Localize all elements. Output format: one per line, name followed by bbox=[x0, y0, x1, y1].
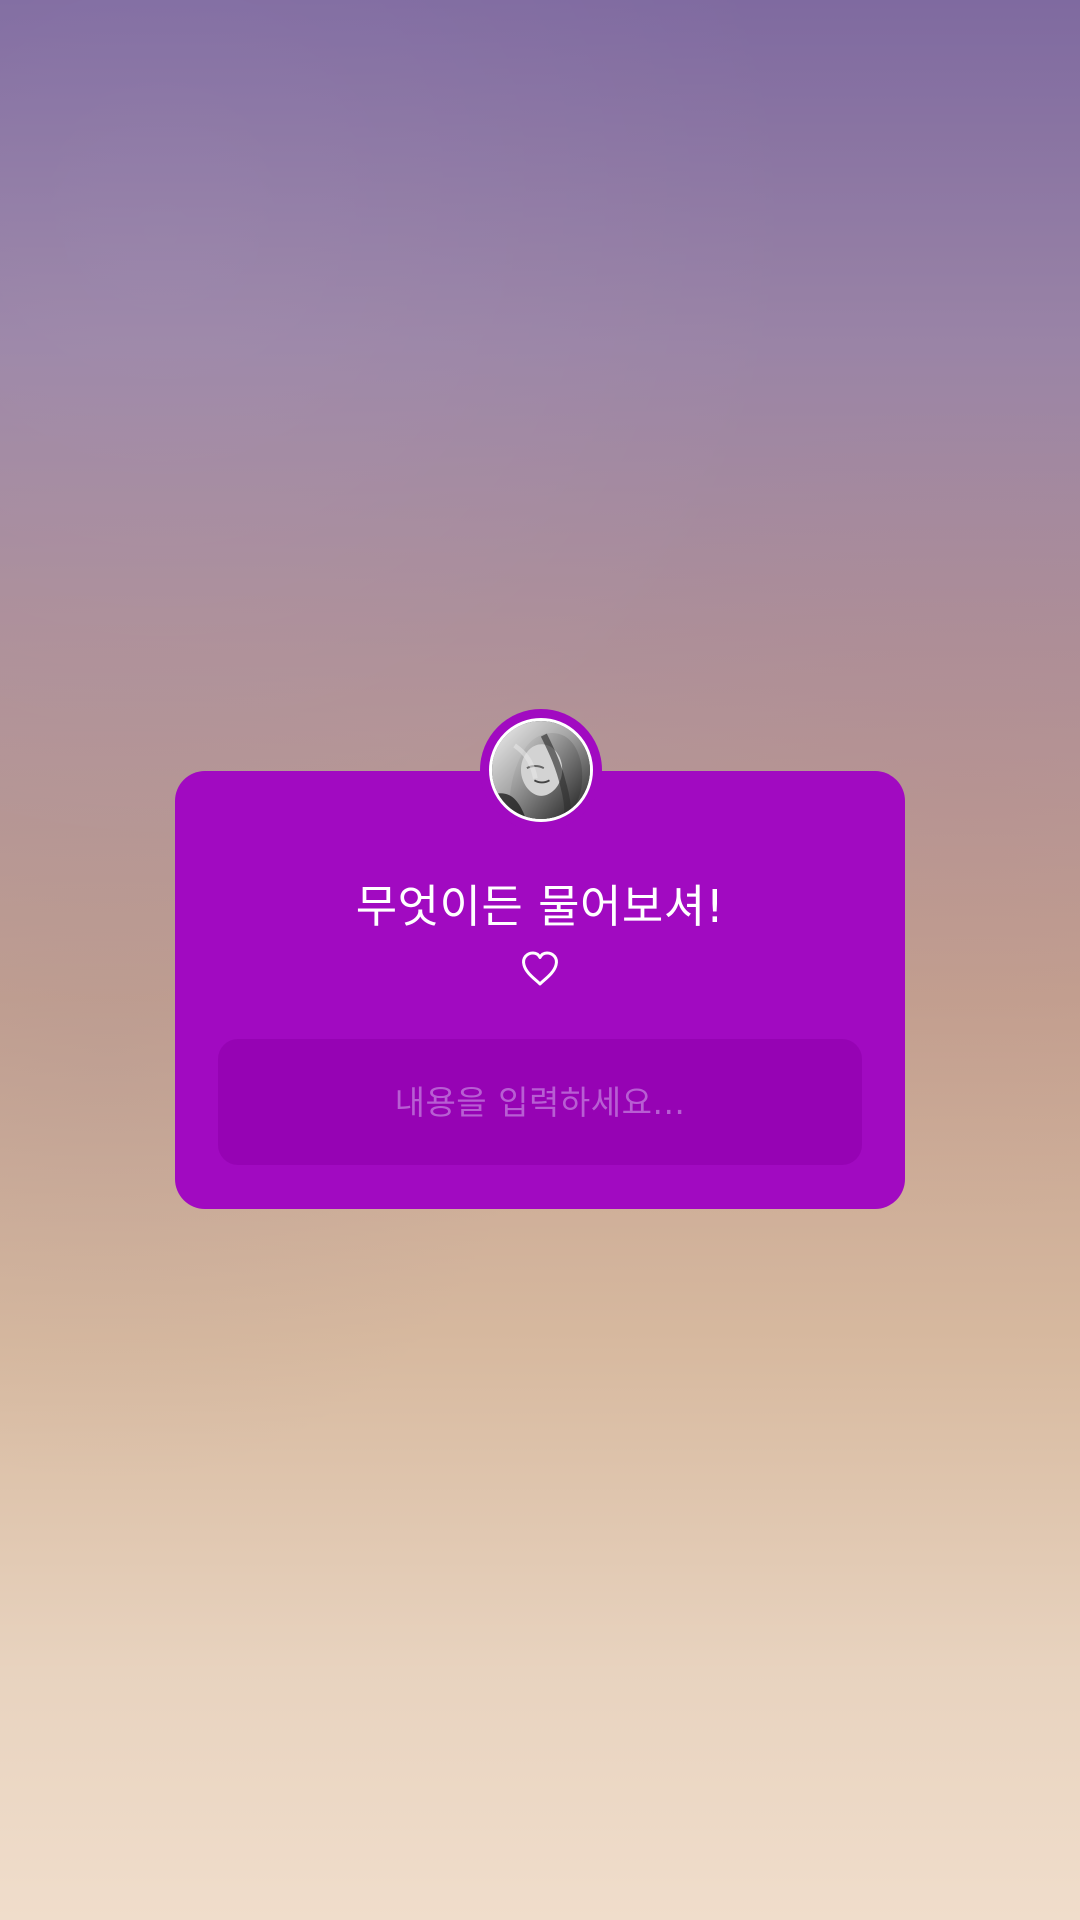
question-sticker-card[interactable]: 무엇이든 물어보셔! 내용을 입력하세요... bbox=[175, 709, 905, 1209]
avatar bbox=[489, 718, 593, 822]
answer-input-placeholder: 내용을 입력하세요... bbox=[394, 1082, 686, 1122]
question-title: 무엇이든 물어보셔! bbox=[355, 880, 725, 933]
heart-outline-icon bbox=[518, 947, 562, 991]
profile-avatar-frame bbox=[480, 709, 602, 831]
answer-input-field[interactable]: 내용을 입력하세요... bbox=[218, 1039, 862, 1165]
profile-avatar-image bbox=[492, 721, 590, 819]
